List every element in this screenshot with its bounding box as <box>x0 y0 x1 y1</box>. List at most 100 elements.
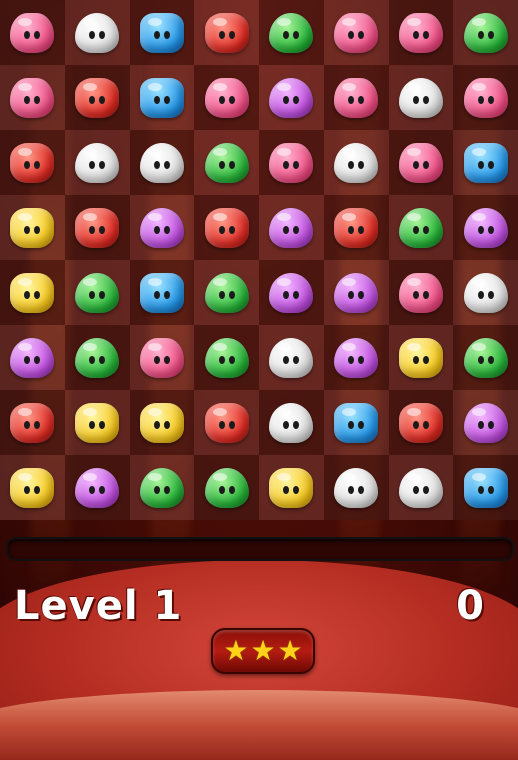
board-cell[interactable] <box>194 390 259 455</box>
board-cell[interactable] <box>453 325 518 390</box>
pink-jelly-piece[interactable] <box>398 12 443 53</box>
purple-jelly-piece[interactable] <box>334 272 379 313</box>
green-jelly-piece[interactable] <box>139 467 184 508</box>
board-cell[interactable] <box>259 325 324 390</box>
pink-jelly-piece[interactable] <box>398 142 443 183</box>
board-cell[interactable] <box>388 455 454 520</box>
board-cell[interactable] <box>323 455 389 520</box>
board-cell[interactable] <box>129 65 195 130</box>
board-cell[interactable] <box>0 390 65 455</box>
white-jelly-piece[interactable] <box>269 402 314 443</box>
red-jelly-piece[interactable] <box>204 207 249 248</box>
yellow-jelly-piece[interactable] <box>269 467 314 508</box>
purple-jelly-piece[interactable] <box>334 337 379 378</box>
red-jelly-piece[interactable] <box>10 142 55 183</box>
white-jelly-piece[interactable] <box>334 142 379 183</box>
board-cell[interactable] <box>194 455 259 520</box>
purple-jelly-piece[interactable] <box>75 467 120 508</box>
red-jelly-piece[interactable] <box>334 207 379 248</box>
pink-jelly-piece[interactable] <box>204 77 249 118</box>
board-cell[interactable] <box>453 260 518 325</box>
board-cell[interactable] <box>323 0 389 65</box>
board-cell[interactable] <box>323 65 389 130</box>
pink-jelly-piece[interactable] <box>398 272 443 313</box>
board-cell[interactable] <box>0 195 65 260</box>
blue-jelly-piece[interactable] <box>139 272 184 313</box>
white-jelly-piece[interactable] <box>463 272 508 313</box>
pink-jelly-piece[interactable] <box>463 77 508 118</box>
board-cell[interactable] <box>64 455 130 520</box>
red-jelly-piece[interactable] <box>398 402 443 443</box>
white-jelly-piece[interactable] <box>139 142 184 183</box>
board-cell[interactable] <box>64 325 130 390</box>
white-jelly-piece[interactable] <box>75 12 120 53</box>
board-cell[interactable] <box>194 65 259 130</box>
board-cell[interactable] <box>388 65 454 130</box>
board-cell[interactable] <box>453 0 518 65</box>
pink-jelly-piece[interactable] <box>269 142 314 183</box>
yellow-jelly-piece[interactable] <box>10 207 55 248</box>
green-jelly-piece[interactable] <box>204 272 249 313</box>
board-cell[interactable] <box>259 130 324 195</box>
purple-jelly-piece[interactable] <box>269 207 314 248</box>
purple-jelly-piece[interactable] <box>463 402 508 443</box>
blue-jelly-piece[interactable] <box>334 402 379 443</box>
white-jelly-piece[interactable] <box>398 467 443 508</box>
red-jelly-piece[interactable] <box>204 12 249 53</box>
board-cell[interactable] <box>259 195 324 260</box>
board-cell[interactable] <box>194 130 259 195</box>
red-jelly-piece[interactable] <box>75 77 120 118</box>
board-cell[interactable] <box>453 195 518 260</box>
board-cell[interactable] <box>453 130 518 195</box>
blue-jelly-piece[interactable] <box>139 77 184 118</box>
board-cell[interactable] <box>388 195 454 260</box>
yellow-jelly-piece[interactable] <box>139 402 184 443</box>
board-cell[interactable] <box>259 0 324 65</box>
board-cell[interactable] <box>0 325 65 390</box>
purple-jelly-piece[interactable] <box>269 272 314 313</box>
board-cell[interactable] <box>0 65 65 130</box>
board-cell[interactable] <box>388 325 454 390</box>
board-cell[interactable] <box>259 260 324 325</box>
board-cell[interactable] <box>194 260 259 325</box>
green-jelly-piece[interactable] <box>75 337 120 378</box>
pink-jelly-piece[interactable] <box>334 77 379 118</box>
white-jelly-piece[interactable] <box>75 142 120 183</box>
blue-jelly-piece[interactable] <box>139 12 184 53</box>
board-cell[interactable] <box>0 0 65 65</box>
purple-jelly-piece[interactable] <box>139 207 184 248</box>
board-cell[interactable] <box>0 455 65 520</box>
board-cell[interactable] <box>259 455 324 520</box>
yellow-jelly-piece[interactable] <box>10 272 55 313</box>
board-cell[interactable] <box>129 390 195 455</box>
white-jelly-piece[interactable] <box>334 467 379 508</box>
blue-jelly-piece[interactable] <box>463 142 508 183</box>
green-jelly-piece[interactable] <box>463 12 508 53</box>
pink-jelly-piece[interactable] <box>10 77 55 118</box>
green-jelly-piece[interactable] <box>398 207 443 248</box>
board-cell[interactable] <box>323 260 389 325</box>
green-jelly-piece[interactable] <box>269 12 314 53</box>
board-cell[interactable] <box>388 260 454 325</box>
yellow-jelly-piece[interactable] <box>398 337 443 378</box>
board-cell[interactable] <box>194 195 259 260</box>
board-cell[interactable] <box>323 195 389 260</box>
board-cell[interactable] <box>64 0 130 65</box>
board-cell[interactable] <box>388 130 454 195</box>
green-jelly-piece[interactable] <box>463 337 508 378</box>
green-jelly-piece[interactable] <box>204 467 249 508</box>
green-jelly-piece[interactable] <box>204 142 249 183</box>
blue-jelly-piece[interactable] <box>463 467 508 508</box>
board-cell[interactable] <box>129 0 195 65</box>
red-jelly-piece[interactable] <box>204 402 249 443</box>
yellow-jelly-piece[interactable] <box>75 402 120 443</box>
pink-jelly-piece[interactable] <box>139 337 184 378</box>
board-cell[interactable] <box>388 0 454 65</box>
board-cell[interactable] <box>323 390 389 455</box>
board-cell[interactable] <box>64 130 130 195</box>
board-cell[interactable] <box>64 390 130 455</box>
green-jelly-piece[interactable] <box>75 272 120 313</box>
board-cell[interactable] <box>129 455 195 520</box>
board-cell[interactable] <box>64 195 130 260</box>
board-cell[interactable] <box>323 130 389 195</box>
